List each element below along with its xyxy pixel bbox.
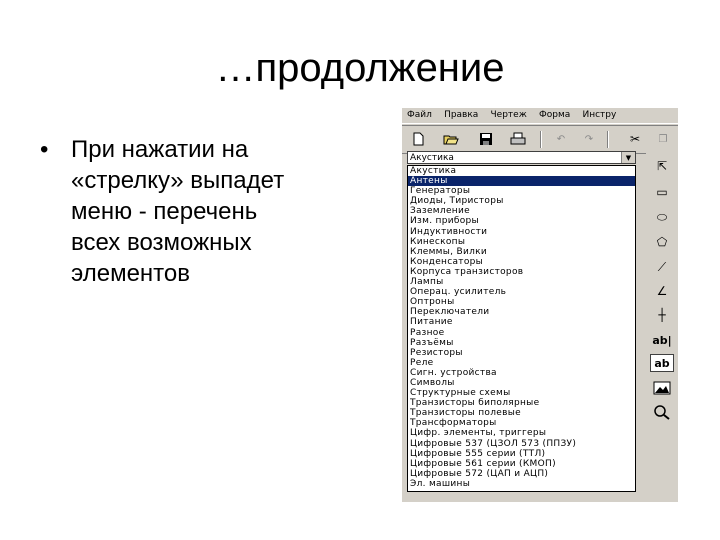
text-label-icon[interactable]: ab| <box>650 331 674 349</box>
new-file-icon[interactable] <box>409 130 427 148</box>
dropdown-option[interactable]: Цифровые 537 (ЦЗОЛ 573 (ППЗУ) <box>408 439 635 449</box>
dropdown-option[interactable]: Переключатели <box>408 307 635 317</box>
dropdown-option[interactable]: Питание <box>408 317 635 327</box>
dropdown-option[interactable]: Конденсаторы <box>408 257 635 267</box>
menu-file[interactable]: Файл <box>402 108 436 122</box>
pointer-icon[interactable]: ⇱ <box>650 157 674 175</box>
copy-icon[interactable]: ❐ <box>654 130 672 148</box>
toolbar: ↶ ↷ ✂ ❐ <box>402 125 678 154</box>
polyline-icon[interactable]: ⟋ <box>650 258 674 276</box>
undo-icon[interactable]: ↶ <box>552 130 570 148</box>
dropdown-option[interactable]: Кинескопы <box>408 237 635 247</box>
menu-form[interactable]: Форма <box>534 108 574 122</box>
dropdown-option[interactable]: Разное <box>408 328 635 338</box>
menu-tools[interactable]: Инстру <box>577 108 620 122</box>
ellipse-icon[interactable]: ⬭ <box>650 208 674 226</box>
curve-icon[interactable]: ∠ <box>650 282 674 300</box>
dropdown-option[interactable]: Операц. усилитель <box>408 287 635 297</box>
dropdown-option[interactable]: Генераторы <box>408 186 635 196</box>
open-folder-icon[interactable] <box>442 130 460 148</box>
bullet-text: При нажатии на «стрелку» выпадет меню - … <box>71 136 285 287</box>
dropdown-option[interactable]: Корпуса транзисторов <box>408 267 635 277</box>
dropdown-option[interactable]: Цифровые 555 серии (ТТЛ) <box>408 449 635 459</box>
chevron-down-icon[interactable]: ▼ <box>621 152 635 163</box>
combo-value: Акустика <box>410 153 454 163</box>
dropdown-option[interactable]: Клеммы, Вилки <box>408 247 635 257</box>
cut-icon[interactable]: ✂ <box>626 130 644 148</box>
dropdown-option[interactable]: Символы <box>408 378 635 388</box>
dropdown-option[interactable]: Антены <box>408 176 635 187</box>
app-screenshot: Файл Правка Чертеж Форма Инстру ↶ ↷ ✂ ❐ … <box>402 108 678 502</box>
drawing-palette: ⇱ ▭ ⬭ ⬠ ⟋ ∠ ┼ ab| ab <box>646 151 678 502</box>
dropdown-option[interactable]: Разъёмы <box>408 338 635 348</box>
dropdown-option[interactable]: Индуктивности <box>408 227 635 237</box>
dropdown-option[interactable]: Цифровые 572 (ЦАП и АЦП) <box>408 469 635 479</box>
redo-icon[interactable]: ↷ <box>580 130 598 148</box>
dropdown-option[interactable]: Структурные схемы <box>408 388 635 398</box>
dropdown-option[interactable]: Акустика <box>408 166 635 176</box>
menu-drawing[interactable]: Чертеж <box>486 108 531 122</box>
dropdown-option[interactable]: Заземление <box>408 206 635 216</box>
rectangle-icon[interactable]: ▭ <box>650 183 674 201</box>
print-icon[interactable] <box>509 130 527 148</box>
bullet-list: • При нажатии на «стрелку» выпадет меню … <box>40 134 340 289</box>
element-category-list: Акустика Антены Генераторы Диоды, Тиристоры… <box>407 165 636 492</box>
dropdown-option[interactable]: Трансформаторы <box>408 418 635 428</box>
slide-title: …продолжение <box>215 46 505 90</box>
dropdown-option[interactable]: Резисторы <box>408 348 635 358</box>
dropdown-option[interactable]: Транзисторы полевые <box>408 408 635 418</box>
menu-bar: Файл Правка Чертеж Форма Инстру <box>402 108 678 124</box>
dropdown-option[interactable]: Сигн. устройства <box>408 368 635 378</box>
dropdown-option[interactable]: Эл. машины <box>408 479 635 489</box>
bullet-marker: • <box>40 136 49 163</box>
dropdown-option[interactable]: Изм. приборы <box>408 216 635 226</box>
element-category-select[interactable]: Акустика ▼ <box>407 151 636 164</box>
dropdown-option[interactable]: Цифровые 561 серии (КМОП) <box>408 459 635 469</box>
menu-edit[interactable]: Правка <box>439 108 482 122</box>
dropdown-option[interactable]: Цифр. элементы, триггеры <box>408 428 635 438</box>
zoom-icon[interactable] <box>650 403 674 421</box>
dropdown-option[interactable]: Лампы <box>408 277 635 287</box>
toolbar-separator <box>540 131 542 148</box>
node-icon[interactable]: ┼ <box>650 306 674 324</box>
dropdown-option[interactable]: Реле <box>408 358 635 368</box>
dropdown-option[interactable]: Транзисторы биполярные <box>408 398 635 408</box>
polygon-icon[interactable]: ⬠ <box>650 233 674 251</box>
text-box-icon[interactable]: ab <box>650 354 674 372</box>
toolbar-separator <box>607 131 609 148</box>
image-icon[interactable] <box>650 379 674 397</box>
dropdown-option[interactable]: Оптроны <box>408 297 635 307</box>
dropdown-option[interactable]: Диоды, Тиристоры <box>408 196 635 206</box>
save-icon[interactable] <box>477 130 495 148</box>
